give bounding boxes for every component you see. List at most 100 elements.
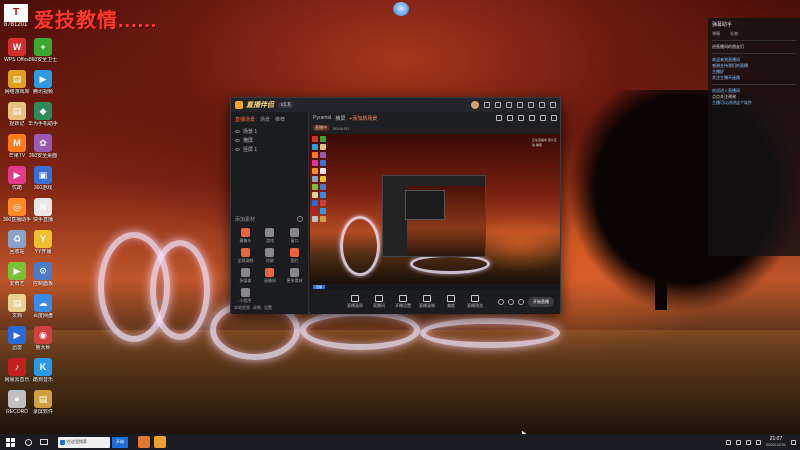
eye-icon[interactable] [235, 130, 240, 133]
source-tool-item[interactable]: 图片 [282, 248, 307, 264]
stream-preview[interactable]: 正在直播中 观众互动 弹幕 [310, 134, 560, 284]
bottom-tool-button[interactable]: 直播录制 [418, 295, 436, 309]
taskbar-blue-button[interactable]: 开始 [112, 436, 128, 448]
source-tool-item[interactable]: 全屏录制 [233, 248, 258, 264]
close-icon[interactable] [550, 102, 556, 108]
screenshot-icon[interactable] [484, 102, 490, 108]
left-bottom-link[interactable]: 本地视频 [234, 305, 250, 311]
source-tool-item[interactable]: 投屏 [258, 248, 283, 264]
bottom-tool-label: 直播预览 [467, 303, 483, 308]
bottom-tool-button[interactable]: 开播设置 [394, 295, 412, 309]
desktop-icon[interactable]: ▤ 录屏软件 [26, 390, 60, 415]
add-source-toggle-icon[interactable] [297, 216, 303, 222]
menu-icon[interactable] [517, 102, 523, 108]
desktop-app-icon: ▶ [34, 70, 52, 88]
source-tool-item[interactable]: 更多素材 [282, 268, 307, 284]
source-tool-label: 图片 [290, 258, 299, 263]
volume-icon[interactable] [745, 439, 751, 445]
statusbar-chip[interactable]: 直播 [313, 285, 326, 289]
banner-headline: 爱技教情...... [34, 10, 158, 32]
wallpaper-tree-trunk [655, 250, 667, 310]
source-tool-item[interactable]: 摄像头 [233, 228, 258, 244]
desktop-icon[interactable]: ◆ 华为手机助手 [26, 102, 60, 127]
desktop-icon[interactable]: ▶ 腾讯视频 [26, 70, 60, 95]
eye-icon[interactable] [235, 139, 240, 142]
start-button[interactable] [3, 435, 17, 449]
taskbar-clock[interactable]: 21:07 2022/12/31 [766, 436, 786, 448]
notification-icon[interactable] [791, 439, 796, 445]
settings-gear-icon[interactable] [518, 299, 524, 305]
left-tab-1[interactable]: 场景 [260, 116, 270, 123]
layout-icon[interactable] [496, 115, 502, 121]
live-companion-window[interactable]: 直播伴侣 v1.6 直播场景 场景 推荐 场景 1 横屏 竖屏 1 添加素材 摄… [230, 97, 561, 314]
bottom-tool-button[interactable]: 直播间 [370, 295, 388, 309]
avatar[interactable] [471, 101, 479, 109]
source-tool-item[interactable]: 游戏 [258, 228, 283, 244]
refresh-icon[interactable] [507, 115, 513, 121]
desktop-icon[interactable]: +360安全卫士 [26, 38, 60, 63]
minimize-icon[interactable] [528, 102, 534, 108]
desktop-icon[interactable]: ⚙ 控制面板 [26, 262, 60, 287]
source-tool-item[interactable]: 窗口 [282, 228, 307, 244]
taskbar-app-icon[interactable] [138, 436, 150, 448]
desktop-icon[interactable]: Y YY开播 [26, 230, 60, 255]
search-icon[interactable] [25, 438, 32, 446]
desktop-icon[interactable]: ☁ 百度网盘 [26, 294, 60, 319]
message-icon[interactable] [495, 102, 501, 108]
scene-tab[interactable]: Pyramid [313, 115, 331, 121]
eye-icon[interactable] [235, 148, 240, 151]
mic-icon[interactable] [498, 299, 504, 305]
network-icon[interactable] [735, 439, 741, 445]
chevron-up-icon[interactable] [725, 439, 731, 445]
lock-icon[interactable] [518, 115, 524, 121]
bottom-tool-button[interactable]: 美颜 [442, 295, 460, 309]
preview-app-icon [320, 152, 326, 158]
floating-mascot-icon[interactable] [393, 2, 409, 16]
desktop-icon[interactable]: ✿ 360安全桌面 [26, 134, 60, 159]
chat-tab[interactable]: 礼物 [730, 31, 738, 37]
bottom-tool-button[interactable]: 直播画质 [346, 295, 364, 309]
chat-tabs: 弹幕 礼物 [708, 31, 800, 37]
scene-item[interactable]: 场景 1 [235, 127, 304, 136]
left-tab-0[interactable]: 直播场景 [235, 116, 255, 123]
fullscreen-icon[interactable] [540, 115, 546, 121]
scene-item[interactable]: 横屏 [235, 136, 304, 145]
scene-tab[interactable]: 横屏 [335, 115, 345, 122]
taskbar-app-icon[interactable] [154, 436, 166, 448]
desktop-app-icon: W [8, 38, 26, 56]
settings-icon[interactable] [506, 102, 512, 108]
bottom-tool-icon [351, 295, 359, 302]
desktop-icon[interactable]: K 酷狗音乐 [26, 358, 60, 383]
desktop-icon-label: YY开播 [34, 249, 52, 255]
source-tool-item[interactable]: 直播间 [258, 268, 283, 284]
light-swirl-4 [300, 310, 420, 350]
desktop-icon[interactable]: ◉ 鲁大师 [26, 326, 60, 351]
desktop-icon[interactable]: ▣ 360游戏 [26, 166, 60, 191]
taskbar-search-text: 在这里搜索 [67, 439, 87, 444]
chat-message: 关注主播不迷路 [712, 75, 740, 80]
left-bottom-link[interactable]: 设置 [264, 305, 272, 311]
desktop-app-icon: M [8, 134, 26, 152]
search-icon[interactable] [529, 115, 535, 121]
start-live-button[interactable]: 开始直播 [528, 297, 554, 307]
speaker-icon[interactable] [508, 299, 514, 305]
left-bottom-link[interactable]: 录制 [253, 305, 261, 311]
top-banner: T 8781201 爱技教情...... [0, 0, 160, 32]
ime-icon[interactable] [755, 439, 761, 445]
desktop-icon[interactable]: N 快手直播 [26, 198, 60, 223]
scene-item[interactable]: 竖屏 1 [235, 145, 304, 154]
bottom-tool-icon [423, 295, 431, 302]
preview-light-swirl [410, 254, 490, 274]
source-tool-item[interactable]: 多媒体 [233, 268, 258, 284]
task-view-icon[interactable] [40, 439, 48, 445]
chat-tab[interactable]: 弹幕 [712, 31, 720, 37]
bottom-tool-button[interactable]: 直播预览 [466, 295, 484, 309]
left-tab-2[interactable]: 推荐 [275, 116, 285, 123]
add-scene-tab[interactable]: +添加新场景 [349, 115, 377, 122]
share-icon[interactable] [551, 115, 557, 121]
maximize-icon[interactable] [539, 102, 545, 108]
taskbar-search-box[interactable]: 在这里搜索 [58, 436, 110, 448]
app-titlebar[interactable]: 直播伴侣 v1.6 [231, 98, 560, 112]
bottom-tool-icon [471, 295, 479, 302]
source-tool-item[interactable]: 小程序 [233, 288, 258, 304]
